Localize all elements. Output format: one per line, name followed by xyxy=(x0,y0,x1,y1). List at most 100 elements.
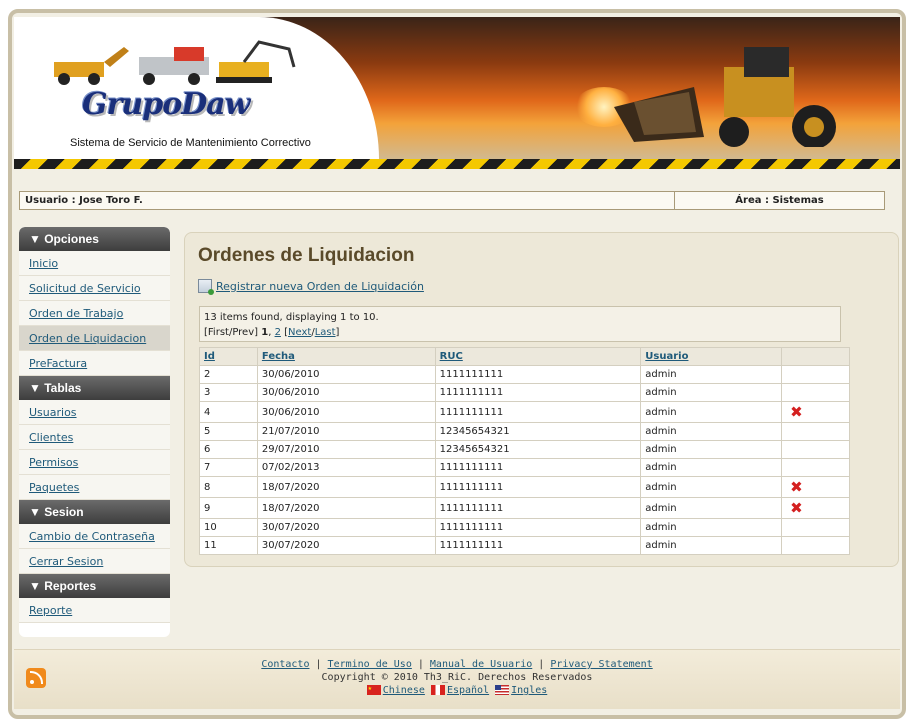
header-banner: GrupoDaw Sistema de Servicio de Mantenim… xyxy=(14,17,900,169)
table-row: 10 30/07/2020 1111111111 admin xyxy=(199,518,850,537)
table-row: 5 21/07/2010 12345654321 admin xyxy=(199,422,850,441)
cell-id: 6 xyxy=(199,440,258,459)
footer-link-termino[interactable]: Termino de Uso xyxy=(328,659,412,670)
cell-fecha: 18/07/2020 xyxy=(256,476,436,498)
footer: Contacto | Termino de Uso | Manual de Us… xyxy=(14,649,900,709)
cell-ruc: 12345654321 xyxy=(434,422,642,441)
cell-id: 5 xyxy=(199,422,258,441)
language-ingles[interactable]: Ingles xyxy=(511,685,547,696)
machines-icon xyxy=(54,40,296,85)
cell-fecha: 30/06/2010 xyxy=(256,365,436,384)
pagination-banner: 13 items found, displaying 1 to 10. [Fir… xyxy=(199,306,841,342)
sidebar-link-cerrar-sesion[interactable]: Cerrar Sesion xyxy=(29,555,103,568)
sidebar-link-inicio[interactable]: Inicio xyxy=(29,257,58,270)
hazard-stripe xyxy=(14,159,900,169)
sidebar-link-orden-liquidacion[interactable]: Orden de Liquidacion xyxy=(29,332,146,345)
logo-text: GrupoDaw xyxy=(82,87,251,122)
sidebar-item-inicio: Inicio xyxy=(19,251,170,276)
footer-link-manual[interactable]: Manual de Usuario xyxy=(430,659,532,670)
main-panel: Ordenes de Liquidacion Registrar nueva O… xyxy=(184,232,899,567)
cell-usuario: admin xyxy=(640,536,783,555)
pagination-summary: 13 items found, displaying 1 to 10. xyxy=(204,312,379,323)
language-links: Chinese Español Ingles xyxy=(14,682,900,697)
sidebar-link-cambio-contrasena[interactable]: Cambio de Contraseña xyxy=(29,530,155,543)
cell-fecha: 30/06/2010 xyxy=(256,401,436,423)
column-header-ruc: RUC xyxy=(434,347,642,366)
add-document-icon[interactable] xyxy=(198,279,214,295)
cell-id: 10 xyxy=(199,518,258,537)
sidebar-item-orden-liquidacion: Orden de Liquidacion xyxy=(19,326,170,351)
sidebar-section-tablas[interactable]: ▼ Tablas xyxy=(19,376,170,400)
language-espanol[interactable]: Español xyxy=(447,685,489,696)
sidebar-link-permisos[interactable]: Permisos xyxy=(29,456,78,469)
copyright-text: Copyright © 2010 Th3_RiC. Derechos Reser… xyxy=(321,672,593,683)
cell-ruc: 1111111111 xyxy=(434,383,642,402)
user-name: Usuario : Jose Toro F. xyxy=(20,192,675,209)
cell-id: 3 xyxy=(199,383,258,402)
cell-fecha: 07/02/2013 xyxy=(256,458,436,477)
pagination-current-page: 1 xyxy=(261,327,269,338)
sidebar-link-orden-trabajo[interactable]: Orden de Trabajo xyxy=(29,307,123,320)
cell-actions xyxy=(781,458,850,477)
cell-ruc: 1111111111 xyxy=(434,518,642,537)
new-order-link[interactable]: Registrar nueva Orden de Liquidación xyxy=(216,280,424,293)
system-subtitle: Sistema de Servicio de Mantenimiento Cor… xyxy=(70,137,311,149)
sidebar-item-solicitud: Solicitud de Servicio xyxy=(19,276,170,301)
cell-actions: ✖ xyxy=(781,497,850,519)
cell-fecha: 30/06/2010 xyxy=(256,383,436,402)
cell-usuario: admin xyxy=(640,497,783,519)
pagination-next[interactable]: Next xyxy=(288,327,311,338)
sidebar-link-clientes[interactable]: Clientes xyxy=(29,431,73,444)
cell-fecha: 30/07/2020 xyxy=(256,536,436,555)
sidebar-link-prefactura[interactable]: PreFactura xyxy=(29,357,87,370)
sidebar-item-usuarios: Usuarios xyxy=(19,400,170,425)
cell-usuario: admin xyxy=(640,476,783,498)
cell-fecha: 29/07/2010 xyxy=(256,440,436,459)
table-row: 4 30/06/2010 1111111111 admin ✖ xyxy=(199,401,850,423)
pagination-links: [First/Prev] 1, 2 [Next/Last] xyxy=(204,327,340,338)
column-header-usuario: Usuario xyxy=(640,347,783,366)
page-frame: GrupoDaw Sistema de Servicio de Mantenim… xyxy=(8,9,906,719)
delete-x-icon[interactable]: ✖ xyxy=(790,500,803,516)
user-info-bar: Usuario : Jose Toro F. Área : Sistemas xyxy=(19,191,885,210)
table-row: 8 18/07/2020 1111111111 admin ✖ xyxy=(199,476,850,498)
sidebar-link-paquetes[interactable]: Paquetes xyxy=(29,481,79,494)
sidebar-section-opciones[interactable]: ▼ Opciones xyxy=(19,227,170,251)
delete-x-icon[interactable]: ✖ xyxy=(790,479,803,495)
sidebar-link-usuarios[interactable]: Usuarios xyxy=(29,406,77,419)
cell-usuario: admin xyxy=(640,383,783,402)
pagination-last[interactable]: Last xyxy=(315,327,336,338)
sidebar-item-prefactura: PreFactura xyxy=(19,351,170,376)
pagination-page-2[interactable]: 2 xyxy=(275,327,281,338)
cell-actions xyxy=(781,518,850,537)
cell-id: 8 xyxy=(199,476,258,498)
peru-flag-icon xyxy=(430,685,445,695)
cell-fecha: 18/07/2020 xyxy=(256,497,436,519)
sort-id-link[interactable]: Id xyxy=(204,351,215,362)
language-chinese[interactable]: Chinese xyxy=(383,685,425,696)
cell-id: 11 xyxy=(199,536,258,555)
cell-actions xyxy=(781,536,850,555)
cell-usuario: admin xyxy=(640,440,783,459)
sidebar-item-reporte: Reporte xyxy=(19,598,170,623)
orders-table: Id Fecha RUC Usuario 2 30/06/2010 111111… xyxy=(199,347,850,555)
table-header-row: Id Fecha RUC Usuario xyxy=(199,347,850,366)
delete-x-icon[interactable]: ✖ xyxy=(790,404,803,420)
cell-usuario: admin xyxy=(640,365,783,384)
footer-link-contacto[interactable]: Contacto xyxy=(261,659,309,670)
sidebar-link-solicitud[interactable]: Solicitud de Servicio xyxy=(29,282,141,295)
sidebar-section-reportes[interactable]: ▼ Reportes xyxy=(19,574,170,598)
us-flag-icon xyxy=(495,685,510,695)
sidebar-section-sesion[interactable]: ▼ Sesion xyxy=(19,500,170,524)
table-row: 11 30/07/2020 1111111111 admin xyxy=(199,536,850,555)
sort-usuario-link[interactable]: Usuario xyxy=(645,351,688,362)
sort-ruc-link[interactable]: RUC xyxy=(440,351,463,362)
cell-usuario: admin xyxy=(640,458,783,477)
footer-link-privacy[interactable]: Privacy Statement xyxy=(550,659,652,670)
cell-usuario: admin xyxy=(640,518,783,537)
column-header-fecha: Fecha xyxy=(256,347,436,366)
cell-usuario: admin xyxy=(640,422,783,441)
sort-fecha-link[interactable]: Fecha xyxy=(262,351,295,362)
sidebar-link-reporte[interactable]: Reporte xyxy=(29,604,72,617)
cell-fecha: 21/07/2010 xyxy=(256,422,436,441)
